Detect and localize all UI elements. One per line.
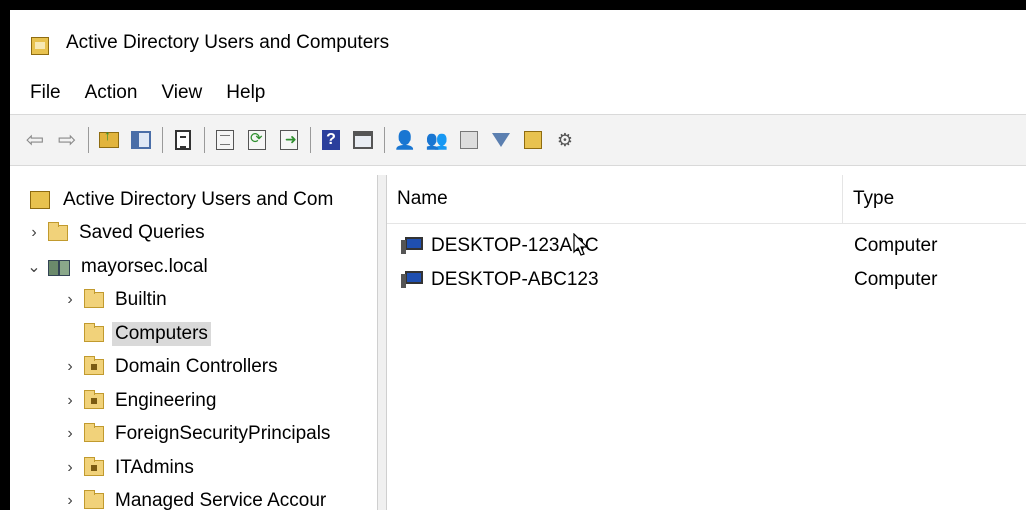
aduc-root-icon	[30, 191, 50, 209]
ou-icon	[84, 390, 104, 409]
title-bar: Active Directory Users and Computers	[10, 10, 1026, 76]
tree-scrollbar[interactable]	[378, 175, 387, 510]
tree-item-label: Saved Queries	[79, 222, 205, 243]
tree-item-label: Domain Controllers	[115, 356, 278, 377]
folder-icon	[84, 289, 104, 308]
toolbar-separator	[384, 127, 385, 153]
computer-type: Computer	[854, 269, 938, 290]
properties-button[interactable]	[212, 127, 238, 153]
find-icon	[524, 131, 542, 149]
folder-icon	[84, 323, 104, 342]
show-action-pane-icon	[353, 131, 373, 149]
filter-icon	[492, 133, 510, 147]
new-user-icon[interactable]: 👤	[392, 127, 418, 153]
properties-icon	[216, 130, 234, 150]
tree-item-label: Engineering	[115, 390, 217, 411]
delegate-control-icon[interactable]: ⚙	[552, 127, 578, 153]
tree-item-label: Computers	[112, 322, 211, 346]
tree-item-foreign-security-principals[interactable]: › ForeignSecurityPrincipals	[62, 419, 333, 449]
results-list: Name Type DESKTOP-123ABC Computer DESKTO…	[387, 175, 1026, 510]
tree-item-engineering[interactable]: › Engineering	[62, 386, 219, 416]
console-tree: Active Directory Users and Com › Saved Q…	[10, 175, 378, 510]
menu-action[interactable]: Action	[73, 82, 150, 104]
new-ou-icon	[460, 131, 478, 149]
tree-item-label: mayorsec.local	[81, 256, 208, 277]
computer-icon	[401, 270, 425, 290]
chevron-down-icon[interactable]: ⌄	[26, 257, 42, 277]
clipboard-icon	[175, 130, 191, 150]
chevron-right-icon[interactable]: ›	[62, 492, 78, 510]
tree-root-label: Active Directory Users and Com	[63, 189, 334, 210]
export-list-button[interactable]	[276, 127, 302, 153]
domain-icon	[48, 258, 70, 276]
export-list-icon	[280, 130, 298, 150]
menu-bar: File Action View Help	[10, 76, 1026, 110]
tree-item-itadmins[interactable]: › ITAdmins	[62, 453, 197, 483]
chevron-right-icon[interactable]: ›	[26, 224, 42, 242]
toolbar: ⇦ ⇨ ? 👤 👥 ⚙	[10, 114, 1026, 166]
column-header-name[interactable]: Name	[387, 175, 843, 223]
window-title: Active Directory Users and Computers	[66, 32, 390, 53]
toolbar-separator	[310, 127, 311, 153]
folder-icon	[48, 222, 68, 241]
cell-name: DESKTOP-ABC123	[401, 269, 599, 291]
folder-icon	[84, 490, 104, 509]
show-hide-console-tree-button[interactable]	[128, 127, 154, 153]
back-arrow-icon[interactable]: ⇦	[22, 127, 48, 153]
chevron-right-icon[interactable]: ›	[62, 459, 78, 477]
chevron-right-icon[interactable]: ›	[62, 392, 78, 410]
tree-item-label: ITAdmins	[115, 457, 194, 478]
list-item[interactable]: DESKTOP-ABC123 Computer	[387, 263, 1026, 297]
ou-icon	[84, 356, 104, 375]
folder-icon	[84, 423, 104, 442]
computer-type: Computer	[854, 235, 938, 256]
tree-item-label: Builtin	[115, 289, 167, 310]
tree-item-builtin[interactable]: › Builtin	[62, 285, 170, 315]
refresh-icon	[248, 130, 266, 150]
toolbar-separator	[162, 127, 163, 153]
help-button[interactable]: ?	[318, 127, 344, 153]
tree-item-label: Managed Service Accour	[115, 490, 327, 510]
tree-item-domain[interactable]: ⌄ mayorsec.local	[26, 252, 211, 282]
menu-file[interactable]: File	[10, 82, 73, 104]
up-one-level-button[interactable]	[96, 127, 122, 153]
computer-icon	[401, 236, 425, 256]
up-one-level-icon	[99, 128, 119, 148]
find-button[interactable]	[520, 127, 546, 153]
new-ou-button[interactable]	[456, 127, 482, 153]
refresh-button[interactable]	[244, 127, 270, 153]
cell-name: DESKTOP-123ABC	[401, 235, 599, 257]
menu-help[interactable]: Help	[214, 82, 277, 104]
aduc-window: Active Directory Users and Computers Fil…	[0, 0, 1026, 510]
filter-button[interactable]	[488, 127, 514, 153]
new-group-icon[interactable]: 👥	[424, 127, 450, 153]
help-icon: ?	[322, 130, 340, 150]
list-item[interactable]: DESKTOP-123ABC Computer	[387, 229, 1026, 263]
show-action-pane-button[interactable]	[350, 127, 376, 153]
tree-root[interactable]: Active Directory Users and Com	[30, 185, 336, 215]
toolbar-separator	[204, 127, 205, 153]
tree-item-domain-controllers[interactable]: › Domain Controllers	[62, 352, 281, 382]
chevron-right-icon[interactable]: ›	[62, 425, 78, 443]
chevron-right-icon[interactable]: ›	[62, 291, 78, 309]
toolbar-separator	[88, 127, 89, 153]
clipboard-button[interactable]	[170, 127, 196, 153]
forward-arrow-icon[interactable]: ⇨	[54, 127, 80, 153]
mouse-cursor-icon	[573, 233, 589, 256]
tree-item-computers[interactable]: Computers	[62, 319, 211, 349]
tree-item-label: ForeignSecurityPrincipals	[115, 423, 331, 444]
aduc-app-icon	[31, 37, 49, 55]
tree-item-saved-queries[interactable]: › Saved Queries	[26, 218, 208, 248]
tree-item-managed-service-accounts[interactable]: › Managed Service Accour	[62, 486, 329, 510]
list-header: Name Type	[387, 175, 1026, 224]
menu-view[interactable]: View	[149, 82, 214, 104]
column-header-type[interactable]: Type	[843, 175, 1026, 223]
ou-icon	[84, 457, 104, 476]
computer-name: DESKTOP-ABC123	[431, 269, 599, 290]
chevron-right-icon[interactable]: ›	[62, 358, 78, 376]
show-hide-console-tree-icon	[131, 131, 151, 149]
